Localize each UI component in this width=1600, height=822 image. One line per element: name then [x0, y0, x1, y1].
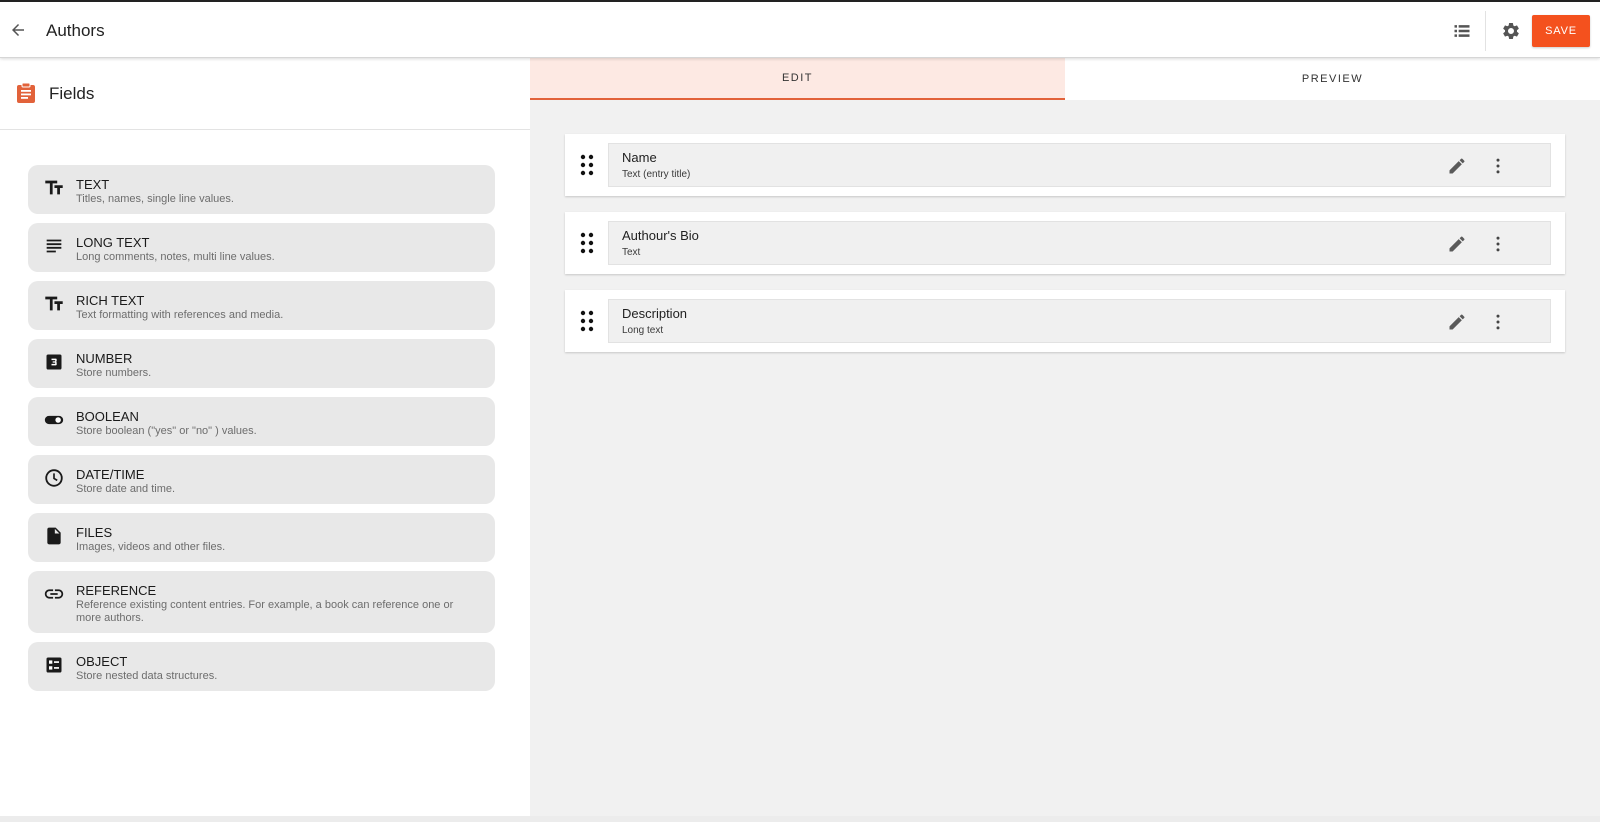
edit-field-button[interactable] — [1445, 154, 1469, 178]
drag-handle-icon[interactable] — [579, 154, 595, 176]
field-type-description: Reference existing content entries. For … — [76, 599, 454, 624]
clipboard-icon — [17, 82, 35, 103]
schema-field-row: Description Long text — [565, 290, 1565, 352]
field-type-label: RICH TEXT — [76, 293, 145, 308]
save-button[interactable]: SAVE — [1532, 15, 1590, 47]
editor-panel: EDIT PREVIEW Name Text (entry title) Aut… — [530, 58, 1600, 816]
arrow-back-icon — [12, 24, 24, 36]
more-options-button[interactable] — [1486, 310, 1510, 334]
field-type-label: FILES — [76, 525, 113, 540]
field-type-label: TEXT — [76, 177, 110, 192]
field-type-description: Long comments, notes, multi line values. — [76, 251, 275, 263]
tab-preview[interactable]: PREVIEW — [1065, 58, 1600, 100]
page-title: Authors — [46, 21, 105, 40]
field-type-label: DATE/TIME — [76, 467, 145, 482]
field-type: Long text — [622, 325, 664, 336]
more-vert-icon — [1496, 314, 1500, 330]
subject-lines-icon — [42, 234, 66, 258]
field-type-label: BOOLEAN — [76, 409, 139, 424]
text-fields-icon — [42, 176, 66, 200]
field-type-label: OBJECT — [76, 654, 128, 669]
field-type-label: REFERENCE — [76, 583, 157, 598]
toggle-icon — [42, 408, 66, 432]
editor-tabs: EDIT PREVIEW — [530, 58, 1600, 100]
drag-handle-icon[interactable] — [579, 310, 595, 332]
field-type-description: Store numbers. — [76, 367, 152, 379]
field-type-long-text[interactable]: LONG TEXT Long comments, notes, multi li… — [28, 223, 495, 272]
field-type-description: Store nested data structures. — [76, 670, 218, 682]
fields-title: Fields — [49, 84, 95, 103]
field-name: Authour's Bio — [622, 228, 699, 243]
pencil-icon — [1449, 158, 1465, 174]
back-button[interactable] — [6, 18, 30, 42]
more-vert-icon — [1496, 236, 1500, 252]
text-fields-icon — [42, 292, 66, 316]
drag-handle-icon[interactable] — [579, 232, 595, 254]
number-3-icon — [42, 350, 66, 374]
view-list-icon — [1454, 25, 1470, 37]
object-list-icon — [42, 653, 66, 677]
field-type-label: NUMBER — [76, 351, 133, 366]
more-options-button[interactable] — [1486, 232, 1510, 256]
schema-field-row: Authour's Bio Text — [565, 212, 1565, 274]
field-type-object[interactable]: OBJECT Store nested data structures. — [28, 642, 495, 691]
field-type-description: Titles, names, single line values. — [76, 193, 234, 205]
field-type-description: Images, videos and other files. — [76, 541, 226, 553]
field-type-date-time[interactable]: DATE/TIME Store date and time. — [28, 455, 495, 504]
field-type: Text — [622, 247, 641, 258]
pencil-icon — [1449, 236, 1465, 252]
field-card: Description Long text — [608, 299, 1551, 343]
field-type-list: TEXT Titles, names, single line values. … — [28, 165, 495, 700]
edit-field-button[interactable] — [1445, 310, 1469, 334]
field-type-description: Store boolean ("yes" or "no" ) values. — [76, 425, 257, 437]
pencil-icon — [1449, 314, 1465, 330]
field-card: Name Text (entry title) — [608, 143, 1551, 187]
file-icon — [42, 524, 66, 548]
fields-header: Fields — [0, 58, 530, 130]
edit-field-button[interactable] — [1445, 232, 1469, 256]
field-type-files[interactable]: FILES Images, videos and other files. — [28, 513, 495, 562]
field-type-label: LONG TEXT — [76, 235, 150, 250]
more-vert-icon — [1496, 158, 1500, 174]
settings-button[interactable] — [1499, 19, 1523, 43]
field-card: Authour's Bio Text — [608, 221, 1551, 265]
field-type-boolean[interactable]: BOOLEAN Store boolean ("yes" or "no" ) v… — [28, 397, 495, 446]
field-name: Name — [622, 150, 657, 165]
field-type-rich-text[interactable]: RICH TEXT Text formatting with reference… — [28, 281, 495, 330]
fields-sidebar: Fields TEXT Titles, names, single line v… — [0, 58, 530, 816]
tab-edit[interactable]: EDIT — [530, 58, 1065, 100]
toolbar-divider — [1485, 11, 1486, 51]
field-type-description: Text formatting with references and medi… — [76, 309, 284, 321]
field-name: Description — [622, 306, 688, 321]
field-type-text[interactable]: TEXT Titles, names, single line values. — [28, 165, 495, 214]
link-icon — [42, 582, 66, 606]
schema-field-row: Name Text (entry title) — [565, 134, 1565, 196]
gear-icon — [1503, 22, 1519, 39]
clock-icon — [42, 466, 66, 490]
field-type: Text (entry title) — [622, 169, 691, 180]
field-type-description: Store date and time. — [76, 483, 176, 495]
list-view-button[interactable] — [1450, 19, 1474, 43]
more-options-button[interactable] — [1486, 154, 1510, 178]
field-type-number[interactable]: NUMBER Store numbers. — [28, 339, 495, 388]
bottom-strip — [0, 816, 1600, 822]
field-type-reference[interactable]: REFERENCE Reference existing content ent… — [28, 571, 495, 633]
top-app-bar: Authors SAVE — [0, 0, 1600, 58]
